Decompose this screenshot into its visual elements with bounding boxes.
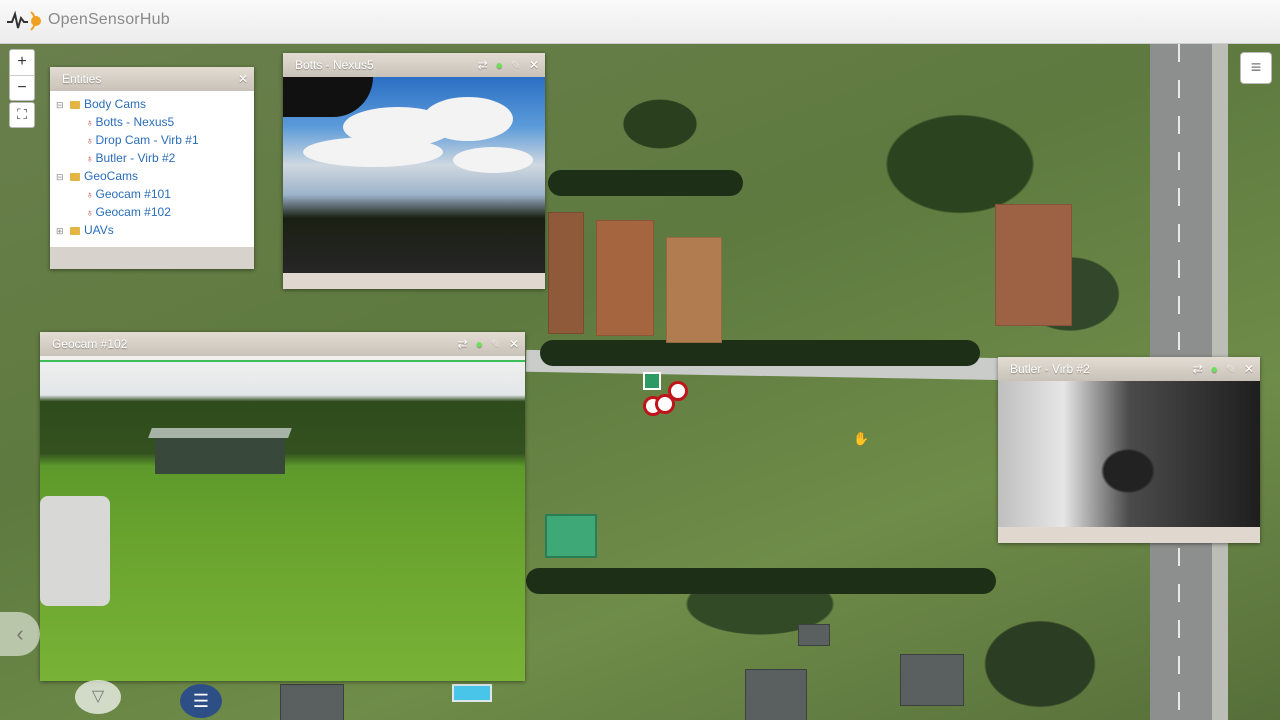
collapse-icon[interactable]: ⊟ xyxy=(56,96,66,114)
video-cloud xyxy=(423,97,513,141)
edit-icon[interactable]: ✎ xyxy=(491,337,501,351)
panel-title-bar[interactable]: Geocam #102 ⇄ ● ✎ ✕ xyxy=(40,332,525,356)
status-green-icon[interactable]: ● xyxy=(1211,362,1218,376)
close-icon[interactable]: ✕ xyxy=(509,337,519,351)
video-truck xyxy=(40,496,110,606)
swap-icon[interactable]: ⇄ xyxy=(478,58,488,72)
expand-icon[interactable]: ⊞ xyxy=(56,222,66,240)
panel-title: Botts - Nexus5 xyxy=(295,58,374,72)
entity-tree: ⊟ Body Cams ♁ Botts - Nexus5 ♁ Drop Cam - V… xyxy=(50,91,254,247)
tree-item-geocam-102[interactable]: ♁ Geocam #102 xyxy=(50,203,254,221)
panel-title: Geocam #102 xyxy=(52,337,128,351)
video-panel-botts: Botts - Nexus5 ⇄ ● ✎ ✕ xyxy=(283,53,545,289)
map-crop-field xyxy=(548,212,584,334)
map-crop-field xyxy=(666,237,722,343)
geocam-location-icon[interactable] xyxy=(545,514,597,558)
entities-panel-title-bar[interactable]: Entities ✕ xyxy=(50,67,254,91)
app-header: OpenSensorHub xyxy=(0,0,1280,44)
close-icon[interactable]: ✕ xyxy=(529,58,539,72)
sensor-icon: ♁ xyxy=(86,118,94,129)
collapse-icon[interactable]: ⊟ xyxy=(56,168,66,186)
sensor-icon: ♁ xyxy=(86,154,94,165)
map-tree-row xyxy=(526,568,996,594)
folder-icon xyxy=(70,100,80,109)
video-feed[interactable] xyxy=(40,356,525,681)
close-icon[interactable]: ✕ xyxy=(1244,362,1254,376)
video-feed[interactable] xyxy=(998,381,1260,527)
video-panel-geocam-102: Geocam #102 ⇄ ● ✎ ✕ xyxy=(40,332,525,681)
video-occlusion xyxy=(283,77,373,117)
map-building xyxy=(798,624,830,646)
swap-icon[interactable]: ⇄ xyxy=(1193,362,1203,376)
folder-icon xyxy=(70,172,80,181)
sensor-icon: ♁ xyxy=(86,208,94,219)
video-barn xyxy=(155,436,285,474)
sensor-icon: ♁ xyxy=(86,136,94,147)
map-crop-field xyxy=(596,220,654,336)
video-progress xyxy=(40,360,525,362)
zoom-control: + − xyxy=(9,49,35,101)
hand-cursor-icon: ✋ xyxy=(853,431,870,446)
video-cloud xyxy=(453,147,533,173)
entities-panel-title: Entities xyxy=(62,72,102,86)
app-title: OpenSensorHub xyxy=(48,11,170,28)
tree-group-uavs[interactable]: ⊞ UAVs xyxy=(50,221,254,239)
video-cloud xyxy=(303,137,443,167)
swap-icon[interactable]: ⇄ xyxy=(458,337,468,351)
status-green-icon[interactable]: ● xyxy=(476,337,483,351)
map-dirt-patch xyxy=(995,204,1072,326)
body-cam-marker-icon[interactable] xyxy=(655,394,675,414)
opensensorhub-logo-icon xyxy=(7,10,41,31)
video-barn-roof xyxy=(148,428,292,438)
video-feed[interactable] xyxy=(283,77,545,273)
panel-title-bar[interactable]: Butler - Virb #2 ⇄ ● ✎ ✕ xyxy=(998,357,1260,381)
edit-icon[interactable]: ✎ xyxy=(511,58,521,72)
tree-item-butler-virb-2[interactable]: ♁ Butler - Virb #2 xyxy=(50,149,254,167)
tree-group-geocams[interactable]: ⊟ GeoCams xyxy=(50,167,254,185)
sensor-icon: ♁ xyxy=(86,190,94,201)
folder-icon xyxy=(70,226,80,235)
panel-title-bar[interactable]: Botts - Nexus5 ⇄ ● ✎ ✕ xyxy=(283,53,545,77)
bottom-toolbar: ▽ ☰ xyxy=(0,680,1280,720)
menu-icon[interactable]: ☰ xyxy=(180,684,222,718)
entities-panel-footer xyxy=(50,247,254,269)
zoom-out-button[interactable]: − xyxy=(10,75,34,101)
edit-icon[interactable]: ✎ xyxy=(1226,362,1236,376)
tree-item-drop-cam-virb-1[interactable]: ♁ Drop Cam - Virb #1 xyxy=(50,131,254,149)
map-tree-row xyxy=(540,340,980,366)
map-tree-row xyxy=(548,170,743,196)
geocam-marker-icon[interactable] xyxy=(643,372,661,390)
down-arrow-icon[interactable]: ▽ xyxy=(75,680,121,714)
tree-item-botts-nexus5[interactable]: ♁ Botts - Nexus5 xyxy=(50,113,254,131)
panel-title: Butler - Virb #2 xyxy=(1010,362,1090,376)
status-green-icon[interactable]: ● xyxy=(496,58,503,72)
zoom-in-button[interactable]: + xyxy=(10,50,34,75)
fullscreen-icon[interactable]: ⛶ xyxy=(9,102,35,128)
close-icon[interactable]: ✕ xyxy=(238,72,248,86)
entities-panel: Entities ✕ ⊟ Body Cams ♁ Botts - Nexus5 ♁ D… xyxy=(50,67,254,269)
layers-icon[interactable]: ≡ xyxy=(1240,52,1272,84)
tree-group-body-cams[interactable]: ⊟ Body Cams xyxy=(50,95,254,113)
video-panel-butler: Butler - Virb #2 ⇄ ● ✎ ✕ xyxy=(998,357,1260,543)
tree-item-geocam-101[interactable]: ♁ Geocam #101 xyxy=(50,185,254,203)
